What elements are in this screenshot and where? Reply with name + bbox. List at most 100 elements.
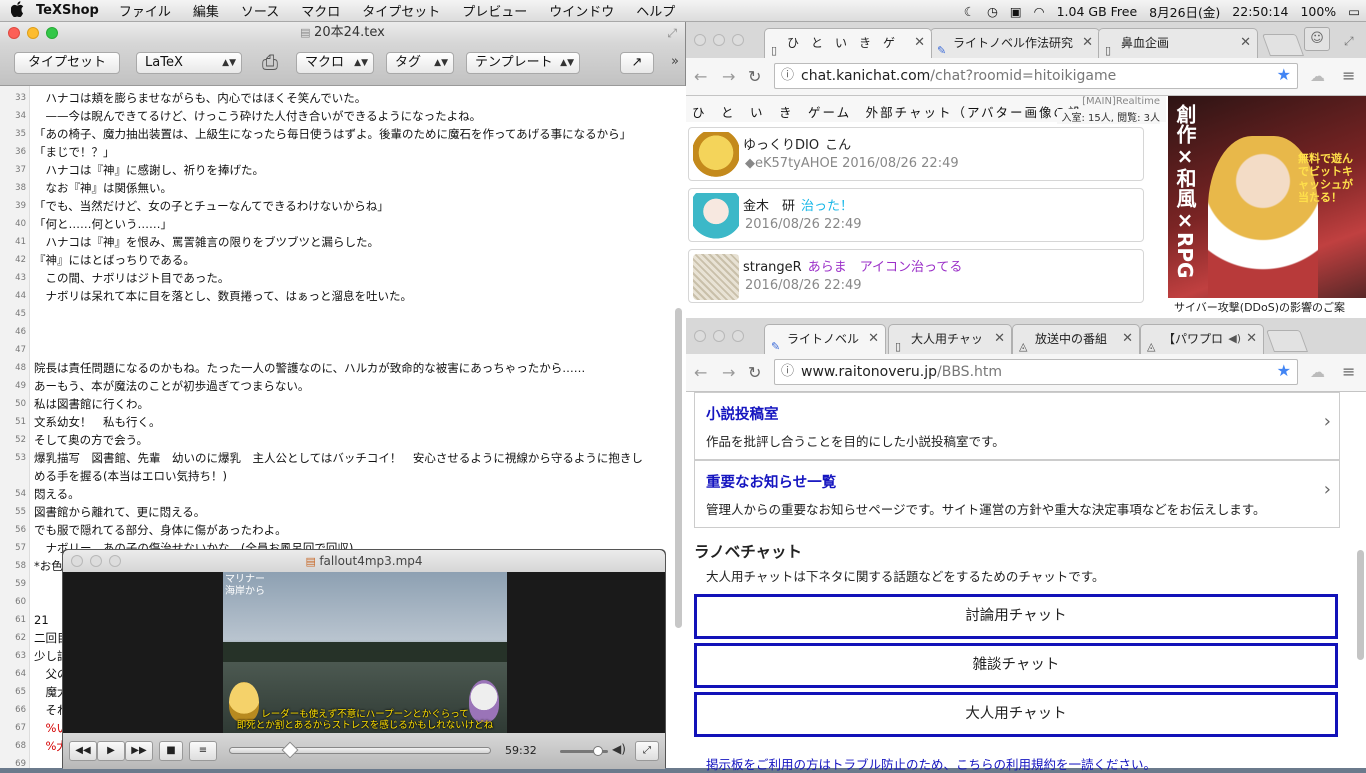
menu-item-typeset[interactable]: タイプセット: [362, 1, 440, 20]
cloud-extension-icon[interactable]: ☁: [1310, 363, 1325, 381]
bookmark-star-icon[interactable]: ★: [1277, 63, 1291, 87]
close-tab-icon[interactable]: ✕: [994, 325, 1005, 353]
zoom-window-button[interactable]: [46, 27, 58, 39]
message-author[interactable]: 金木 研: [743, 199, 795, 214]
profile-button[interactable]: ☺: [1304, 27, 1330, 51]
tab-adult-chat[interactable]: ▯ 大人用チャッ ✕: [888, 324, 1012, 354]
card-important-notices[interactable]: 重要なお知らせ一覧 管理人からの重要なお知らせページです。サイト運営の方針や重大…: [694, 460, 1340, 528]
volume-slider[interactable]: [560, 746, 608, 756]
source-line[interactable]: 49 あーもう、本が魔法のことが初歩過ぎてつまらない。: [0, 377, 670, 395]
engine-select[interactable]: LaTeX ▲▼: [136, 52, 242, 74]
debate-chat-button[interactable]: 討論用チャット: [694, 594, 1338, 639]
cloud-extension-icon[interactable]: ☁: [1310, 67, 1325, 85]
zoom-window-button[interactable]: [109, 555, 121, 567]
speaker-icon[interactable]: ◀): [612, 742, 626, 756]
menu-item-window[interactable]: ウインドウ: [549, 1, 614, 20]
message-author[interactable]: strangeR: [743, 260, 802, 275]
menu-item-source[interactable]: ソース: [241, 1, 279, 20]
news-snippet[interactable]: サイバー攻撃(DDoS)の影響のご案: [1168, 298, 1366, 318]
back-arrow-icon[interactable]: ←: [694, 363, 707, 382]
volume-knob[interactable]: [593, 746, 604, 756]
tab-pawapuro[interactable]: ◬ 【パワプロ ◀) ✕: [1140, 324, 1264, 354]
minimize-window-button[interactable]: [713, 330, 725, 342]
tab-light-novel-study[interactable]: ✎ ライトノベル作法研究 ✕: [930, 28, 1100, 58]
tag-select[interactable]: タグ ▲▼: [386, 52, 454, 74]
source-line[interactable]: 33 ハナコは頬を膨らませながらも、内心ではほくそ笑んでいた。: [0, 89, 670, 107]
source-line[interactable]: 35 「あの椅子、魔力抽出装置は、上級生になったら毎日使うはずよ。後輩のために魔石…: [0, 125, 670, 143]
message-author[interactable]: ゆっくりDIO: [743, 138, 819, 153]
menu-item-macro[interactable]: マクロ: [301, 1, 340, 20]
source-line[interactable]: 43 この間、ナボリはジト目であった。: [0, 269, 670, 287]
info-icon[interactable]: ⓘ: [781, 64, 794, 88]
zoom-window-button[interactable]: [732, 34, 744, 46]
printer-icon[interactable]: ⎙: [256, 50, 284, 76]
fullscreen-button[interactable]: ⤢: [635, 741, 659, 761]
terms-notice-link[interactable]: 掲示板をご利用の方はトラブル防止のため、こちらの利用規約を一読ください。: [706, 754, 1156, 773]
source-line[interactable]: 53 爆乳描写 図書館、先輩 幼いのに爆乳 主人公としてはバッチコイ！ 安心させる…: [0, 449, 670, 467]
card-title[interactable]: 小説投稿室: [706, 403, 779, 424]
source-line[interactable]: 39 「でも、当然だけど、女の子とチューなんてできるわけないからね」: [0, 197, 670, 215]
casual-chat-button[interactable]: 雑談チャット: [694, 643, 1338, 688]
back-arrow-icon[interactable]: ←: [694, 67, 707, 86]
template-select[interactable]: テンプレート ▲▼: [466, 52, 580, 74]
info-icon[interactable]: ⓘ: [781, 360, 794, 384]
menu-date[interactable]: 8月26日(金): [1149, 2, 1220, 21]
menu-clock[interactable]: 22:50:14: [1232, 4, 1288, 19]
menu-item-preview[interactable]: プレビュー: [462, 1, 527, 20]
close-tab-icon[interactable]: ✕: [1246, 325, 1257, 353]
source-line[interactable]: 42 『神』にはとばっちりである。: [0, 251, 670, 269]
close-tab-icon[interactable]: ✕: [1082, 29, 1093, 57]
tab-nosebleed-project[interactable]: ▯ 鼻血企画 ✕: [1098, 28, 1258, 58]
source-line[interactable]: 44 ナボリは呆れて本に目を落とし、数頁捲って、はぁっと溜息を吐いた。: [0, 287, 670, 305]
new-tab-button[interactable]: [1261, 34, 1305, 56]
wifi-icon[interactable]: ◠: [1034, 4, 1045, 19]
time-machine-icon[interactable]: ◷: [987, 4, 998, 19]
source-line[interactable]: める手を握る(本当はエロい気持ち！): [0, 467, 670, 485]
adult-chat-button[interactable]: 大人用チャット: [694, 692, 1338, 737]
fullscreen-icon[interactable]: ⤢: [667, 22, 677, 44]
disk-icon[interactable]: ▣: [1010, 4, 1022, 19]
avatar[interactable]: [693, 132, 739, 178]
play-button[interactable]: ▶: [97, 741, 125, 761]
reload-icon[interactable]: ↻: [748, 67, 761, 86]
close-window-button[interactable]: [694, 34, 706, 46]
source-line[interactable]: 55 図書館から離れて、更に悶える。: [0, 503, 670, 521]
typeset-button[interactable]: タイプセット: [14, 52, 120, 74]
reload-icon[interactable]: ↻: [748, 363, 761, 382]
battery-icon[interactable]: ▭: [1348, 4, 1360, 19]
seek-bar[interactable]: [229, 741, 491, 759]
source-line[interactable]: 40 「何と……何という……」: [0, 215, 670, 233]
source-line[interactable]: 34 ——今は睨んできてるけど、けっこう砕けた人付き合いができるようになったよね…: [0, 107, 670, 125]
close-window-button[interactable]: [694, 330, 706, 342]
source-line[interactable]: 41 ハナコは『神』を恨み、罵詈雑言の限りをブツブツと漏らした。: [0, 233, 670, 251]
forward-arrow-icon[interactable]: →: [722, 363, 735, 382]
avatar[interactable]: [693, 254, 739, 300]
tab-broadcast[interactable]: ◬ 放送中の番組 ✕: [1012, 324, 1140, 354]
close-tab-icon[interactable]: ✕: [1122, 325, 1133, 353]
source-line[interactable]: 56 でも服で隠れてる部分、身体に傷があったわよ。: [0, 521, 670, 539]
minimize-window-button[interactable]: [90, 555, 102, 567]
toolbar-overflow-icon[interactable]: »: [671, 54, 679, 69]
source-line[interactable]: 37 ハナコは『神』に感謝し、祈りを捧げた。: [0, 161, 670, 179]
menu-item-help[interactable]: ヘルプ: [636, 1, 675, 20]
source-line[interactable]: 48 院長は責任問題になるのかもね。たった一人の警護なのに、ハルカが致命的な被害に…: [0, 359, 670, 377]
moon-icon[interactable]: ☾: [964, 4, 975, 19]
avatar[interactable]: [693, 193, 739, 239]
share-button[interactable]: ↗: [620, 52, 654, 74]
url-bar[interactable]: ⓘ www.raitonoveru.jp/BBS.htm ★: [774, 359, 1298, 385]
editor-scrollbar[interactable]: [675, 308, 682, 628]
close-window-button[interactable]: [8, 27, 20, 39]
stop-button[interactable]: ■: [159, 741, 183, 761]
chrome-menu-icon[interactable]: ≡: [1342, 362, 1355, 381]
source-line[interactable]: 51 文系幼女！ 私も行く。: [0, 413, 670, 431]
source-line[interactable]: 46: [0, 323, 670, 341]
rewind-button[interactable]: ◀◀: [69, 741, 97, 761]
disk-free-status[interactable]: 1.04 GB Free: [1057, 4, 1138, 19]
chrome-menu-icon[interactable]: ≡: [1342, 66, 1355, 85]
macro-select[interactable]: マクロ ▲▼: [296, 52, 374, 74]
forward-arrow-icon[interactable]: →: [722, 67, 735, 86]
audio-playing-icon[interactable]: ◀): [1228, 325, 1241, 353]
new-tab-button[interactable]: [1265, 330, 1309, 352]
apple-icon[interactable]: [0, 0, 36, 21]
minimize-window-button[interactable]: [27, 27, 39, 39]
